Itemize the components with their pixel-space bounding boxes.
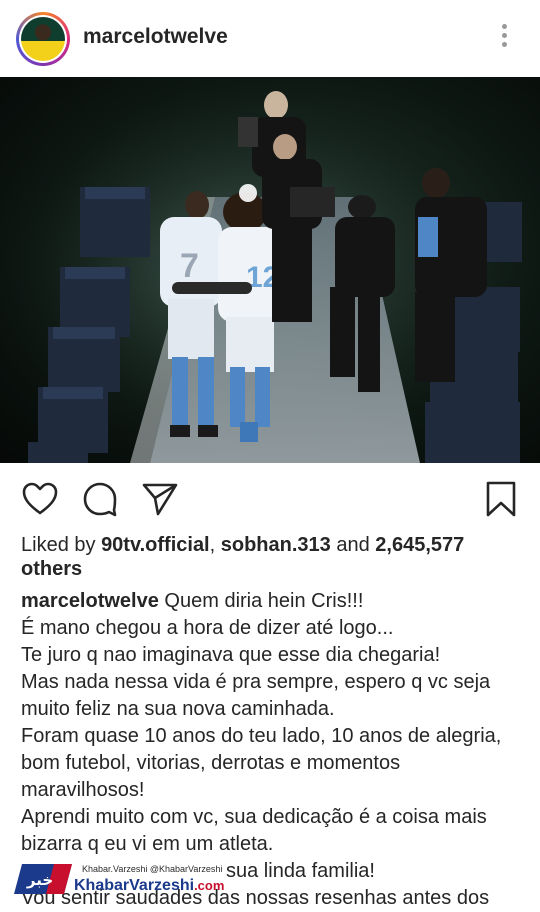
likes-prefix: Liked by <box>21 534 102 556</box>
caption-line: bom futebol, vitorias, derrotas e moment… <box>21 752 401 774</box>
caption-line: Foram quase 10 anos do teu lado, 10 anos… <box>21 725 502 747</box>
svg-text:7: 7 <box>180 247 199 285</box>
caption-line: bizarra q eu vi em um atleta. <box>21 833 274 855</box>
liked-by-user[interactable]: sobhan.313 <box>221 534 331 556</box>
post-header: marcelotwelve <box>0 0 540 76</box>
likes-count[interactable]: 2,645,577 <box>375 534 464 556</box>
watermark-handles: Khabar.Varzeshi @KhabarVarzeshi <box>82 864 223 874</box>
heart-icon[interactable] <box>21 480 59 518</box>
bookmark-icon[interactable] <box>484 480 518 518</box>
caption-line: Te juro q nao imaginava que esse dia che… <box>21 644 441 666</box>
likes-separator: , <box>209 534 221 556</box>
avatar[interactable] <box>16 12 70 66</box>
watermark: خبر Khabar.Varzeshi @KhabarVarzeshi Khab… <box>14 862 254 898</box>
caption-line: Mas nada nessa vida é pra sempre, espero… <box>21 671 491 693</box>
caption-username[interactable]: marcelotwelve <box>21 590 159 612</box>
likes-and: and <box>330 534 376 556</box>
caption-line: Quem diria hein Cris!!! <box>164 590 364 612</box>
watermark-brand: KhabarVarzeshi.com <box>74 877 225 894</box>
liked-by-user[interactable]: 90tv.official <box>101 534 210 556</box>
action-bar <box>0 463 540 531</box>
post-username[interactable]: marcelotwelve <box>83 25 228 49</box>
more-vertical-icon[interactable] <box>496 24 512 54</box>
caption-line: maravilhosos! <box>21 779 145 801</box>
likes-others[interactable]: others <box>21 558 82 580</box>
comment-icon[interactable] <box>81 480 119 518</box>
svg-text:خبر: خبر <box>26 871 53 889</box>
watermark-logo-icon: خبر <box>14 864 72 894</box>
caption-line: muito feliz na sua nova caminhada. <box>21 698 335 720</box>
caption-line: Aprendi muito com vc, sua dedicação é a … <box>21 806 487 828</box>
post-photo[interactable]: 7 12 <box>0 77 540 463</box>
send-icon[interactable] <box>141 480 179 518</box>
caption-line: É mano chegou a hora de dizer até logo..… <box>21 617 394 639</box>
likes-summary[interactable]: Liked by 90tv.official, sobhan.313 and 2… <box>21 533 526 581</box>
